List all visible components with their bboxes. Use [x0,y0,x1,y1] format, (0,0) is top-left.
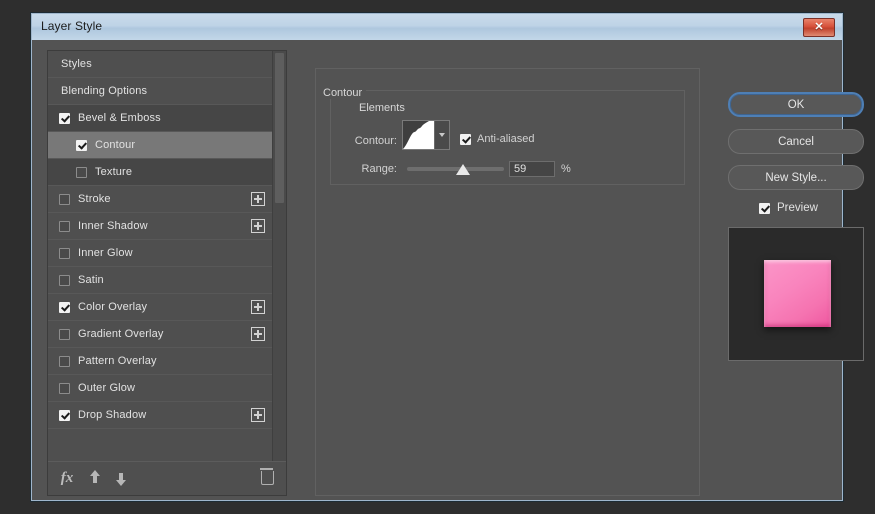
anti-aliased-checkbox-row[interactable]: Anti-aliased [460,133,534,145]
effect-label: Pattern Overlay [78,355,157,367]
effect-row-contour[interactable]: Contour [48,132,272,159]
effect-label: Inner Shadow [78,220,148,232]
effect-row-drop-shadow[interactable]: Drop Shadow [48,402,272,429]
effect-checkbox[interactable] [59,275,70,286]
preview-label: Preview [777,202,818,214]
effect-checkbox[interactable] [59,410,70,421]
layer-style-dialog: Layer Style ✕ Styles Blending Options Beve… [31,13,843,501]
elements-section-title: Elements [355,102,409,114]
window-titlebar: Layer Style ✕ [32,14,842,41]
effect-row-bevel-emboss[interactable]: Bevel & Emboss [48,105,272,132]
add-effect-button[interactable] [251,192,265,206]
effect-checkbox[interactable] [59,194,70,205]
preview-thumbnail [728,227,864,361]
effects-scrollbar[interactable] [272,51,286,462]
effect-row-inner-shadow[interactable]: Inner Shadow [48,213,272,240]
close-icon: ✕ [814,22,823,33]
effect-label: Drop Shadow [78,409,146,421]
new-style-button[interactable]: New Style... [728,165,864,190]
range-slider-thumb[interactable] [456,164,470,175]
effect-label: Texture [95,166,132,178]
chevron-down-icon[interactable] [434,121,449,149]
effects-panel: Styles Blending Options Bevel & Emboss Cont… [47,50,287,496]
cancel-button[interactable]: Cancel [728,129,864,154]
contour-curve-thumbnail [403,121,434,149]
effect-row-inner-glow[interactable]: Inner Glow [48,240,272,267]
effect-row-satin[interactable]: Satin [48,267,272,294]
fx-icon[interactable]: fx [58,469,76,487]
effect-label: Inner Glow [78,247,133,259]
effect-label: Stroke [78,193,111,205]
add-effect-button[interactable] [251,219,265,233]
effect-label: Satin [78,274,104,286]
contour-curve-svg [403,121,434,149]
effect-checkbox[interactable] [59,383,70,394]
contour-field-label: Contour: [347,135,397,147]
effect-label: Blending Options [48,85,147,97]
effect-row-styles[interactable]: Styles [48,51,272,78]
effects-list[interactable]: Styles Blending Options Bevel & Emboss Cont… [48,51,272,462]
effect-checkbox[interactable] [59,221,70,232]
effect-row-texture[interactable]: Texture [48,159,272,186]
effect-checkbox[interactable] [59,113,70,124]
effect-label: Gradient Overlay [78,328,164,340]
effect-row-blending-options[interactable]: Blending Options [48,78,272,105]
effect-row-outer-glow[interactable]: Outer Glow [48,375,272,402]
trash-icon[interactable] [258,469,276,487]
effect-row-stroke[interactable]: Stroke [48,186,272,213]
effect-checkbox[interactable] [59,302,70,313]
desktop-backdrop: Layer Style ✕ Styles Blending Options Beve… [0,0,875,514]
effect-label: Contour [95,139,135,151]
effect-checkbox[interactable] [59,248,70,259]
add-effect-button[interactable] [251,327,265,341]
close-button[interactable]: ✕ [803,18,835,37]
effect-checkbox[interactable] [76,140,87,151]
add-effect-button[interactable] [251,300,265,314]
anti-aliased-checkbox[interactable] [460,134,471,145]
trash-glyph [261,471,274,485]
add-effect-button[interactable] [251,408,265,422]
contour-group-title: Contour [319,87,366,99]
effects-scrollbar-thumb[interactable] [275,53,284,203]
effect-label: Styles [48,58,92,70]
range-value-input[interactable]: 59 [509,161,555,177]
anti-aliased-label: Anti-aliased [477,133,534,145]
dialog-body: Styles Blending Options Bevel & Emboss Cont… [32,40,842,500]
effect-checkbox[interactable] [76,167,87,178]
preview-checkbox[interactable] [759,203,770,214]
effect-row-color-overlay[interactable]: Color Overlay [48,294,272,321]
arrow-down-icon[interactable] [112,469,130,487]
arrow-up-icon[interactable] [86,469,104,487]
preview-checkbox-row[interactable]: Preview [759,202,818,214]
effect-checkbox[interactable] [59,356,70,367]
contour-preset-picker[interactable] [402,120,450,150]
effect-row-pattern-overlay[interactable]: Pattern Overlay [48,348,272,375]
effect-label: Outer Glow [78,382,135,394]
ok-button[interactable]: OK [728,92,864,117]
effect-label: Bevel & Emboss [78,112,161,124]
effects-toolbar: fx [48,461,286,495]
range-percent-label: % [561,163,571,175]
effect-label: Color Overlay [78,301,147,313]
preview-swatch [764,260,831,327]
range-field-label: Range: [342,163,397,175]
window-title: Layer Style [41,19,102,33]
chevron-down-glyph [439,133,445,137]
fx-icon-label: fx [61,470,74,487]
effect-checkbox[interactable] [59,329,70,340]
effect-row-gradient-overlay[interactable]: Gradient Overlay [48,321,272,348]
